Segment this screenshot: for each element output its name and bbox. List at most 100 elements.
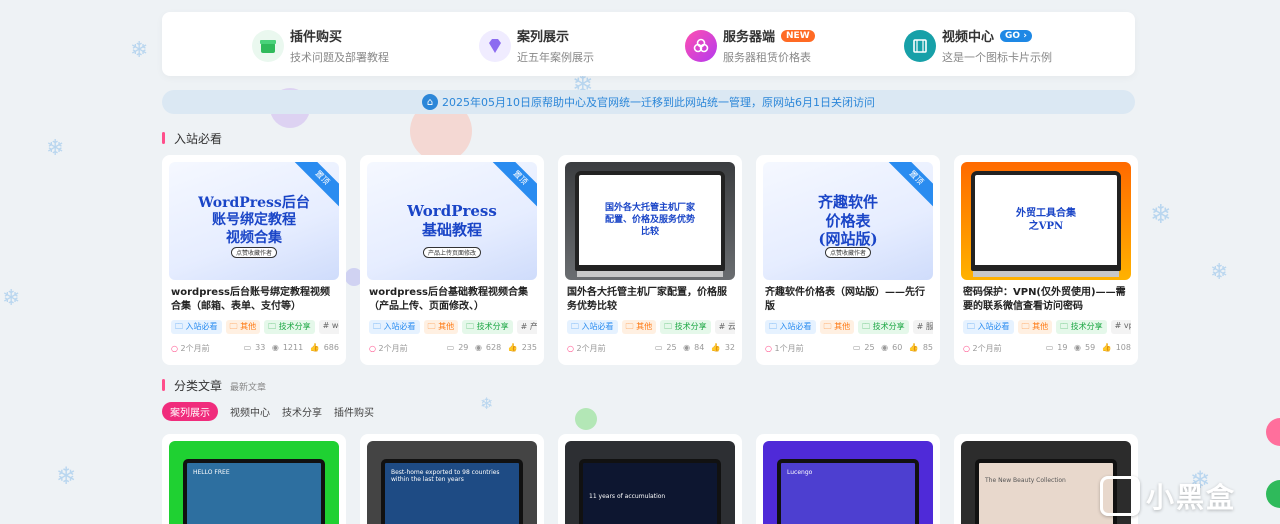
- category-title: 服务器端 NEW: [723, 26, 815, 45]
- like-count: 108: [1115, 343, 1131, 352]
- bg-bubble: [575, 408, 597, 430]
- pinned-ribbon: 置顶: [885, 162, 933, 209]
- eye-icon: ◉: [881, 343, 889, 352]
- tag-label: 其他: [834, 322, 851, 331]
- post-title[interactable]: 齐趣软件价格表（网站版）——先行版: [765, 286, 933, 314]
- tag-label: 技术分享: [278, 322, 311, 331]
- tag-must-read[interactable]: 🗀 入站必看: [567, 320, 618, 334]
- post-card[interactable]: 齐趣软件 价格表 (网站版) 点赞收藏作者 置顶 齐趣软件价格表（网站版）——先…: [756, 155, 940, 365]
- tag-hashtag[interactable]: # 云: [714, 320, 735, 334]
- thumbnail-text: 齐趣软件 价格表 (网站版): [817, 192, 878, 249]
- post-thumbnail[interactable]: WordPress后台 账号绑定教程 视频合集 点赞收藏作者 置顶: [169, 162, 339, 280]
- comment-count: 19: [1057, 343, 1068, 352]
- case-thumbnail[interactable]: 11 years of accumulation: [565, 441, 735, 524]
- category-cards: HELLO FREE Best-home exported to 98 coun…: [162, 434, 1138, 524]
- post-time: 2个月前: [369, 343, 408, 354]
- side-chat-button[interactable]: [1266, 480, 1280, 508]
- like-count: 32: [724, 343, 735, 352]
- tag-tech-share[interactable]: 🗀 技术分享: [264, 320, 315, 334]
- category-video-center[interactable]: 视频中心 GO › 这是一个图标卡片示例: [904, 26, 1052, 65]
- post-thumbnail[interactable]: WordPress 基础教程 产品上传页面修改 置顶: [367, 162, 537, 280]
- tab-case-showcase[interactable]: 案列展示: [162, 402, 218, 421]
- tag-tech-share[interactable]: 🗀 技术分享: [462, 320, 513, 334]
- laptop-screen: 外贸工具合集 之VPN: [971, 171, 1121, 271]
- notice-text: 2025年05月10日原帮助中心及官网统一迁移到此网站统一管理，原网站6月1日关…: [442, 96, 875, 109]
- post-meta: 2个月前 ▭25 ◉84 👍32: [567, 343, 735, 354]
- tab-video-center[interactable]: 视频中心: [230, 402, 270, 421]
- eye-icon: ◉: [683, 343, 691, 352]
- eye-icon: ◉: [271, 343, 279, 352]
- go-badge[interactable]: GO ›: [1000, 29, 1032, 42]
- thumbnail-caption: 点赞收藏作者: [230, 247, 278, 258]
- tag-label: 其他: [240, 322, 257, 331]
- thumb-up-icon: 👍: [507, 343, 518, 352]
- side-action-button[interactable]: [1266, 418, 1280, 446]
- category-title: 案列展示: [517, 30, 570, 45]
- post-card[interactable]: 国外各大托管主机厂家 配置、价格及服务优势 比较 国外各大托管主机厂家配置，价格…: [558, 155, 742, 365]
- tag-hashtag[interactable]: # wo: [318, 320, 339, 334]
- post-tags: 🗀 入站必看 🗀 其他 🗀 技术分享 # wo: [171, 320, 339, 334]
- notice-bar[interactable]: ⌂ 2025年05月10日原帮助中心及官网统一迁移到此网站统一管理，原网站6月1…: [162, 90, 1135, 114]
- post-title[interactable]: 密码保护：VPN(仅外贸使用)——需要的联系微信查看访问密码: [963, 286, 1131, 314]
- post-card[interactable]: 外贸工具合集 之VPN 密码保护：VPN(仅外贸使用)——需要的联系微信查看访问…: [954, 155, 1138, 365]
- section-subtitle: 最新文章: [230, 383, 267, 393]
- tag-other[interactable]: 🗀 其他: [225, 320, 261, 334]
- post-title[interactable]: wordpress后台账号绑定教程视频合集（邮箱、表单、支付等）: [171, 286, 339, 314]
- post-card[interactable]: WordPress 基础教程 产品上传页面修改 置顶 wordpress后台基础…: [360, 155, 544, 365]
- home-icon: ⌂: [422, 94, 438, 110]
- post-stats: ▭ 29 ◉ 628 👍 235: [443, 343, 537, 354]
- post-thumbnail[interactable]: 国外各大托管主机厂家 配置、价格及服务优势 比较: [565, 162, 735, 280]
- snowflake-icon: ❄: [56, 462, 77, 490]
- case-thumbnail[interactable]: Best-home exported to 98 countries withi…: [367, 441, 537, 524]
- category-subtitle: 近五年案例展示: [517, 51, 594, 64]
- tag-hashtag[interactable]: # 服务: [912, 320, 933, 334]
- post-title[interactable]: 国外各大托管主机厂家配置，价格服务优势比较: [567, 286, 735, 314]
- post-thumbnail[interactable]: 齐趣软件 价格表 (网站版) 点赞收藏作者 置顶: [763, 162, 933, 280]
- case-thumbnail[interactable]: HELLO FREE: [169, 441, 339, 524]
- post-tags: 🗀 入站必看 🗀 其他 🗀 技术分享 # 云: [567, 320, 735, 334]
- tag-other[interactable]: 🗀 其他: [1017, 320, 1053, 334]
- category-case-showcase[interactable]: 案列展示 近五年案例展示: [479, 26, 594, 65]
- category-server[interactable]: 服务器端 NEW 服务器租赁价格表: [685, 26, 815, 65]
- case-card[interactable]: 11 years of accumulation: [558, 434, 742, 524]
- category-subtitle: 这是一个图标卡片示例: [942, 51, 1052, 64]
- category-plugin-purchase[interactable]: 插件购买 技术问题及部署教程: [252, 26, 389, 65]
- eye-icon: ◉: [1074, 343, 1082, 352]
- tag-other[interactable]: 🗀 其他: [423, 320, 459, 334]
- comment-icon: ▭: [446, 343, 455, 352]
- tag-label: 入站必看: [185, 322, 218, 331]
- tag-label: 入站必看: [581, 322, 614, 331]
- category-subtitle: 技术问题及部署教程: [290, 51, 389, 64]
- tab-tech-share[interactable]: 技术分享: [282, 402, 322, 421]
- case-thumbnail[interactable]: Lucengo: [763, 441, 933, 524]
- case-screen: Lucengo: [777, 459, 919, 524]
- tag-must-read[interactable]: 🗀 入站必看: [369, 320, 420, 334]
- tag-must-read[interactable]: 🗀 入站必看: [765, 320, 816, 334]
- tag-tech-share[interactable]: 🗀 技术分享: [1056, 320, 1107, 334]
- post-card[interactable]: WordPress后台 账号绑定教程 视频合集 点赞收藏作者 置顶 wordpr…: [162, 155, 346, 365]
- tag-hashtag[interactable]: # vpn: [1110, 320, 1131, 334]
- post-thumbnail[interactable]: 外贸工具合集 之VPN: [961, 162, 1131, 280]
- view-count: 84: [694, 343, 705, 352]
- comment-icon: ▭: [852, 343, 861, 352]
- post-tags: 🗀 入站必看 🗀 其他 🗀 技术分享 # 产品: [369, 320, 537, 334]
- tab-plugin-purchase[interactable]: 插件购买: [334, 402, 374, 421]
- post-time: 2个月前: [963, 343, 1002, 354]
- tag-hashtag[interactable]: # 产品: [516, 320, 537, 334]
- comment-count: 25: [864, 343, 875, 352]
- tag-tech-share[interactable]: 🗀 技术分享: [858, 320, 909, 334]
- tag-other[interactable]: 🗀 其他: [819, 320, 855, 334]
- tag-tech-share[interactable]: 🗀 技术分享: [660, 320, 711, 334]
- case-card[interactable]: HELLO FREE: [162, 434, 346, 524]
- comment-icon: ▭: [654, 343, 663, 352]
- post-title[interactable]: wordpress后台基础教程视频合集（产品上传、页面修改、）: [369, 286, 537, 314]
- tag-label: 入站必看: [977, 322, 1010, 331]
- thumb-up-icon: 👍: [908, 343, 919, 352]
- tag-other[interactable]: 🗀 其他: [621, 320, 657, 334]
- case-card[interactable]: Best-home exported to 98 countries withi…: [360, 434, 544, 524]
- laptop-screen: 国外各大托管主机厂家 配置、价格及服务优势 比较: [575, 171, 725, 271]
- tag-must-read[interactable]: 🗀 入站必看: [171, 320, 222, 334]
- cloud-icon: [685, 29, 717, 62]
- case-card[interactable]: Lucengo: [756, 434, 940, 524]
- tag-must-read[interactable]: 🗀 入站必看: [963, 320, 1014, 334]
